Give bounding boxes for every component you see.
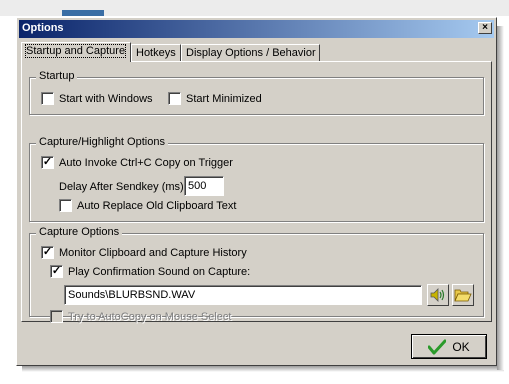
close-icon: × — [482, 22, 488, 33]
ok-button[interactable]: OK — [411, 334, 487, 359]
start-with-windows-checkbox[interactable]: Start with Windows — [41, 92, 153, 105]
checkbox-box[interactable]: ✓ — [41, 156, 54, 169]
startup-group: Startup Start with Windows Start Minimiz… — [29, 70, 484, 115]
window-shadow-bottom — [22, 366, 504, 372]
start-minimized-checkbox[interactable]: Start Minimized — [168, 92, 262, 105]
background-window-strip — [0, 0, 509, 16]
check-mark-icon: ✓ — [42, 246, 53, 258]
capture-options-group: Capture Options ✓ Monitor Clipboard and … — [29, 226, 484, 323]
checkbox-box[interactable]: ✓ — [50, 265, 63, 278]
tab-hotkeys[interactable]: Hotkeys — [131, 44, 181, 61]
tab-startup-and-capture[interactable]: Startup and Capture — [21, 42, 131, 62]
checkbox-label: Auto Invoke Ctrl+C Copy on Trigger — [59, 156, 233, 169]
play-sound-checkbox[interactable]: ✓ Play Confirmation Sound on Capture: — [50, 265, 250, 278]
background-tab-highlight — [62, 10, 104, 16]
try-autocopy-checkbox[interactable]: Try to AutoCopy on Mouse Select — [50, 310, 231, 323]
auto-replace-clipboard-checkbox[interactable]: Auto Replace Old Clipboard Text — [59, 199, 236, 212]
browse-file-button[interactable] — [452, 284, 474, 306]
checkbox-label: Auto Replace Old Clipboard Text — [77, 199, 237, 212]
checkbox-label: Try to AutoCopy on Mouse Select — [68, 310, 232, 323]
checkbox-box[interactable] — [59, 199, 72, 212]
title-bar[interactable]: Options × — [19, 20, 494, 38]
speaker-icon — [430, 288, 445, 302]
tab-label: Startup and Capture — [24, 44, 127, 58]
tab-label: Display Options / Behavior — [186, 47, 316, 59]
group-legend: Capture Options — [36, 226, 123, 238]
check-mark-icon: ✓ — [51, 265, 62, 277]
tab-label: Hotkeys — [136, 47, 176, 59]
auto-invoke-copy-checkbox[interactable]: ✓ Auto Invoke Ctrl+C Copy on Trigger — [41, 156, 233, 169]
window-title: Options — [22, 22, 64, 34]
checkbox-box[interactable] — [168, 92, 181, 105]
delay-input[interactable]: 500 — [184, 176, 224, 196]
close-button[interactable]: × — [478, 22, 492, 34]
sound-path-input[interactable]: Sounds\BLURBSND.WAV — [64, 285, 422, 305]
checkbox-box[interactable] — [41, 92, 54, 105]
monitor-clipboard-checkbox[interactable]: ✓ Monitor Clipboard and Capture History — [41, 246, 247, 259]
ok-label: OK — [452, 339, 470, 354]
check-icon — [428, 339, 447, 354]
checkbox-label: Play Confirmation Sound on Capture: — [68, 265, 251, 278]
tab-display-options[interactable]: Display Options / Behavior — [181, 44, 320, 61]
checkbox-label: Start Minimized — [186, 92, 262, 105]
group-legend: Startup — [36, 70, 78, 82]
checkbox-box[interactable] — [50, 310, 63, 323]
checkbox-box[interactable]: ✓ — [41, 246, 54, 259]
capture-highlight-group: Capture/Highlight Options ✓ Auto Invoke … — [29, 136, 484, 222]
play-sound-button[interactable] — [427, 284, 449, 306]
delay-label: Delay After Sendkey (ms): — [59, 181, 187, 193]
tab-panel: Startup Start with Windows Start Minimiz… — [21, 61, 492, 323]
checkbox-label: Start with Windows — [59, 92, 153, 105]
folder-open-icon — [454, 289, 472, 302]
options-dialog: Options × Startup and Capture Hotkeys Di… — [16, 17, 497, 366]
group-legend: Capture/Highlight Options — [36, 136, 168, 148]
window-shadow-right — [497, 26, 504, 370]
check-mark-icon: ✓ — [42, 156, 53, 168]
checkbox-label: Monitor Clipboard and Capture History — [59, 246, 247, 259]
